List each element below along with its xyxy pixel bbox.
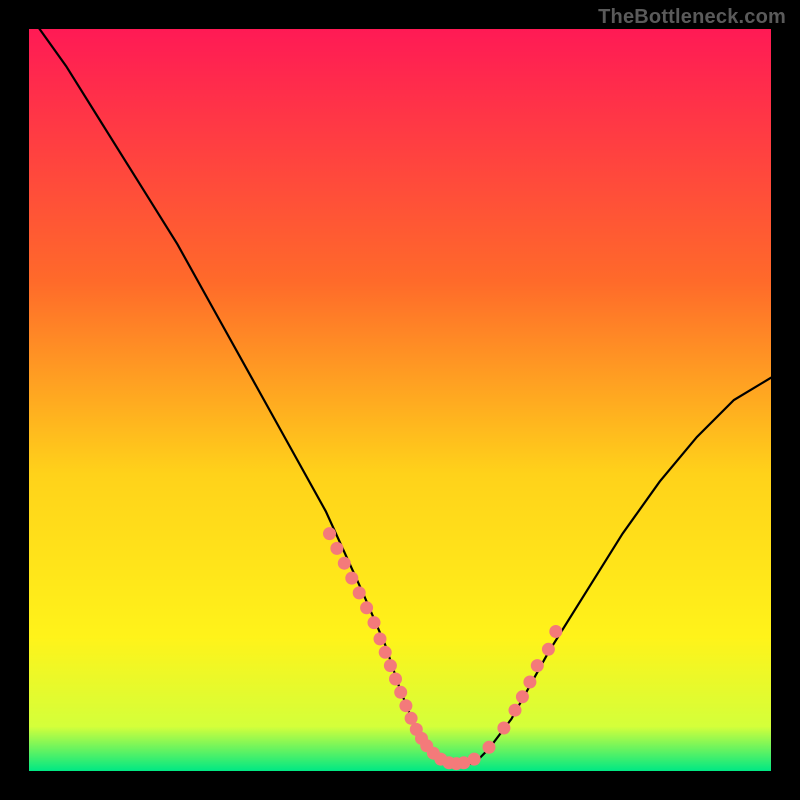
highlight-dot — [323, 527, 336, 540]
highlight-dot — [542, 643, 555, 656]
highlight-dot — [353, 586, 366, 599]
highlight-dot — [468, 753, 481, 766]
highlight-dot — [384, 659, 397, 672]
curve-layer — [29, 29, 771, 771]
highlight-dot — [330, 542, 343, 555]
highlight-dot — [394, 686, 407, 699]
highlight-dot — [338, 557, 351, 570]
highlight-dot — [379, 646, 392, 659]
chart-frame: TheBottleneck.com — [0, 0, 800, 800]
highlight-dot — [345, 572, 358, 585]
highlight-dot — [509, 704, 522, 717]
highlight-dot — [516, 690, 529, 703]
highlight-dot — [531, 659, 544, 672]
highlight-dot — [368, 616, 381, 629]
highlight-dot — [399, 699, 412, 712]
highlight-dot — [389, 673, 402, 686]
highlight-dot — [374, 632, 387, 645]
highlight-dot — [549, 625, 562, 638]
highlight-dot — [523, 676, 536, 689]
highlight-dot — [405, 712, 418, 725]
highlight-dot — [360, 601, 373, 614]
bottleneck-curve — [29, 29, 771, 764]
highlight-dots — [323, 527, 562, 770]
plot-area — [29, 29, 771, 771]
highlight-dot — [497, 722, 510, 735]
watermark-text: TheBottleneck.com — [598, 6, 786, 29]
highlight-dot — [483, 741, 496, 754]
